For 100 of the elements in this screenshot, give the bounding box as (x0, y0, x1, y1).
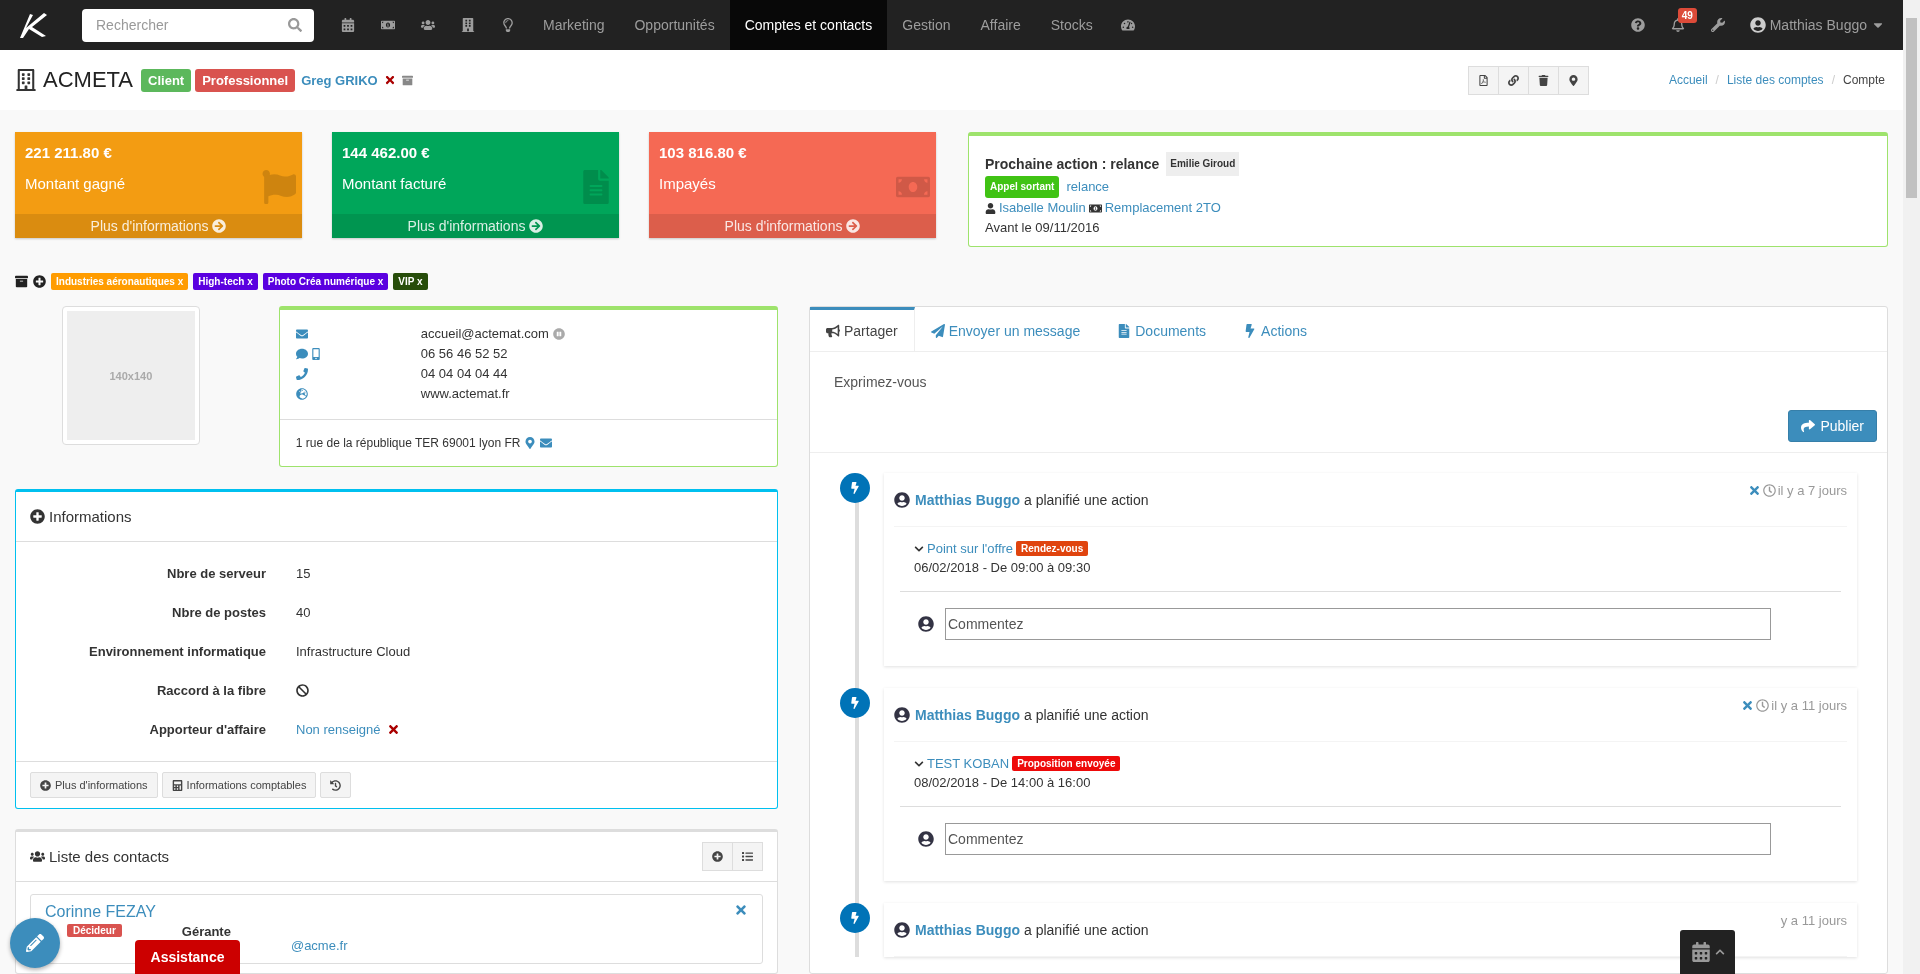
calendar-icon[interactable] (341, 18, 355, 32)
chevron-icon[interactable] (914, 758, 924, 769)
nav-menu-item[interactable]: Marketing (528, 0, 620, 50)
account-badge: Client (141, 68, 192, 92)
lightbulb-icon[interactable] (501, 18, 515, 32)
avatar-icon (894, 706, 910, 723)
add-icon[interactable] (33, 275, 46, 288)
comment-field[interactable]: Commentez (945, 823, 1771, 855)
list-button[interactable] (732, 842, 763, 871)
tag[interactable]: Photo Créa numérique x (262, 273, 389, 290)
dashboard-gauge-icon[interactable] (1120, 18, 1135, 32)
action-link[interactable]: TEST KOBAN (927, 756, 1010, 771)
assistance-button[interactable]: Assistance (135, 940, 240, 974)
breadcrumb-current-page: Compte (1842, 73, 1885, 87)
user-menu[interactable]: Matthias Buggo (1737, 17, 1903, 33)
link-button[interactable] (1497, 65, 1529, 95)
address-text: 1 rue de la république TER 69001 lyon FR (295, 436, 521, 450)
banknote-icon[interactable] (381, 18, 395, 32)
calendar-icon (1690, 942, 1711, 962)
avatar-icon (894, 921, 910, 938)
time-ago: il y a 11 jours (1771, 698, 1847, 713)
photo-size-caption: 140x140 (109, 369, 153, 382)
nav-menu-item[interactable]: Gestion (887, 0, 966, 50)
contact-name[interactable]: Corinne FEZAY (45, 903, 734, 924)
search-icon[interactable] (288, 18, 302, 32)
field-value: 15 (296, 566, 311, 581)
author-link[interactable]: Matthias Buggo (915, 491, 1020, 508)
contact-value: accueil@actemat.com (420, 326, 549, 341)
more-info-button[interactable]: Plus d'informations (30, 772, 158, 798)
users-icon[interactable] (421, 18, 435, 32)
person-link[interactable]: Isabelle Moulin (999, 198, 1086, 218)
list-icon (742, 851, 753, 862)
remove-icon[interactable] (383, 74, 396, 86)
action-link[interactable]: relance (1066, 177, 1110, 197)
author-link[interactable]: Matthias Buggo (915, 921, 1020, 938)
paper-plane-icon (930, 323, 945, 338)
phone-icon (295, 367, 308, 380)
remove-icon[interactable] (1747, 484, 1761, 497)
action-link[interactable]: Point sur l'offre (927, 541, 1014, 556)
tab[interactable]: Actions (1227, 307, 1328, 351)
notification-count: 49 (1677, 8, 1697, 23)
breadcrumb-link[interactable]: Accueil (1668, 73, 1708, 87)
author-link[interactable]: Matthias Buggo (915, 706, 1020, 723)
wrench-icon[interactable] (1710, 18, 1725, 32)
envelope-icon[interactable] (540, 437, 553, 449)
person-icon (985, 202, 996, 214)
contact-value: 06 56 46 52 52 (420, 346, 508, 361)
archive-icon[interactable] (15, 275, 28, 288)
tab[interactable]: Partager (810, 307, 915, 351)
stat-value: 103 816.80 € (659, 144, 748, 161)
add-button[interactable] (702, 842, 733, 871)
building-icon[interactable] (461, 18, 475, 32)
tag[interactable]: VIP x (393, 273, 428, 290)
breadcrumb-separator: / (1715, 73, 1719, 87)
nav-menu-item[interactable]: Affaire (965, 0, 1036, 50)
field-label: Raccord à la fibre (155, 682, 266, 700)
field-label: Apporteur d'affaire (148, 721, 266, 739)
tag[interactable]: Industries aéronautiques x (51, 273, 189, 290)
map-marker-icon[interactable] (524, 437, 537, 449)
field-label: Environnement informatique (88, 643, 266, 661)
nav-menu-item[interactable]: Stocks (1035, 0, 1108, 50)
accounting-info-button[interactable]: Informations comptables (161, 772, 317, 798)
avatar-icon (918, 616, 934, 632)
nav-menu-item[interactable]: Opportunités (619, 0, 730, 50)
bolt-badge-icon (840, 473, 870, 503)
more-info-link[interactable]: Plus d'informations (332, 214, 619, 238)
breadcrumb-link[interactable]: Liste des comptes (1726, 73, 1824, 87)
remove-icon[interactable] (1741, 699, 1755, 712)
history-button[interactable] (320, 772, 352, 798)
location-button[interactable] (1557, 65, 1589, 95)
pdf-button[interactable] (1467, 65, 1499, 95)
owner-link[interactable]: Greg GRIKO (301, 72, 378, 88)
avatar-icon (894, 491, 910, 508)
nav-menu-item[interactable]: Comptes et contacts (729, 0, 888, 50)
tag[interactable]: High-tech x (193, 273, 258, 290)
delete-button[interactable] (1527, 65, 1559, 95)
trash-icon (1537, 74, 1549, 86)
help-icon[interactable] (1630, 18, 1645, 32)
tab[interactable]: Documents (1101, 307, 1228, 351)
publish-button[interactable]: Publier (1788, 410, 1877, 442)
link-icon (1507, 74, 1519, 86)
calendar-widget-button[interactable] (1680, 930, 1735, 974)
scrollbar-thumb[interactable] (1906, 18, 1917, 198)
field-link[interactable]: Non renseigné (296, 722, 381, 737)
chevron-icon[interactable] (914, 543, 924, 554)
email-link[interactable]: @acme.fr (290, 937, 348, 953)
field-label: Nbre de postes (171, 604, 266, 622)
comment-field[interactable]: Commentez (945, 608, 1771, 640)
tab[interactable]: Envoyer un message (914, 307, 1102, 351)
stat-label: Impayés (659, 175, 717, 192)
job-title: Gérante (181, 923, 231, 939)
remove-icon[interactable] (734, 903, 748, 917)
deal-link[interactable]: Remplacement 2TO (1104, 198, 1221, 218)
search-bar[interactable]: Rechercher (82, 8, 314, 42)
add-icon[interactable] (30, 509, 45, 524)
more-info-link[interactable]: Plus d'informations (15, 214, 302, 238)
megaphone-icon (826, 323, 840, 338)
remove-icon[interactable] (386, 723, 400, 736)
calculator-icon (171, 779, 183, 791)
more-info-link[interactable]: Plus d'informations (649, 214, 936, 238)
